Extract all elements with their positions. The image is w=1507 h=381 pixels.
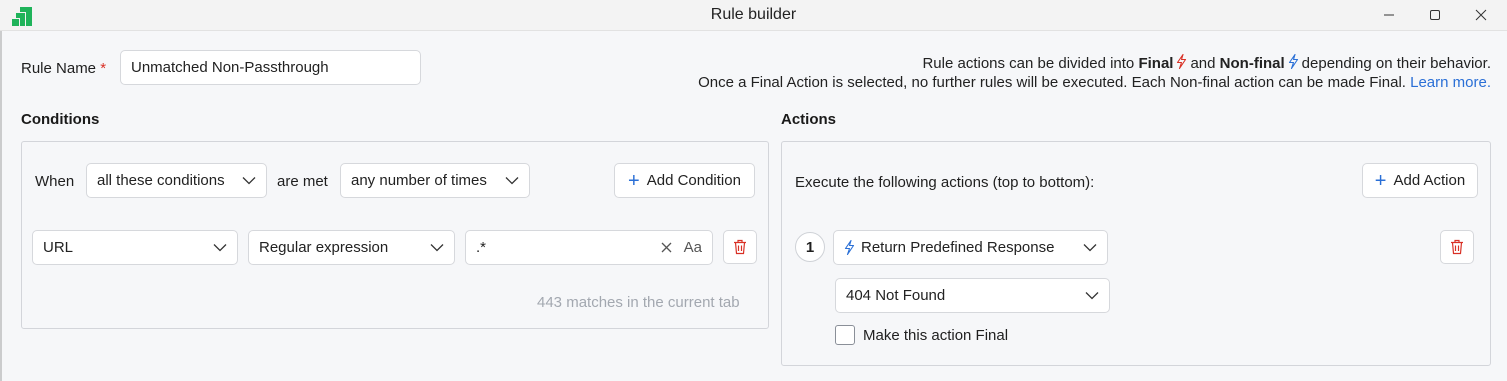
window-title: Rule builder — [710, 6, 797, 23]
add-action-button[interactable]: + Add Action — [1362, 163, 1478, 198]
conditions-title: Conditions — [21, 111, 100, 128]
chevron-down-icon — [213, 244, 227, 252]
close-button[interactable] — [1458, 0, 1504, 30]
are-met-label: are met — [277, 173, 328, 190]
make-final-checkbox[interactable] — [835, 325, 855, 345]
trash-icon — [1451, 239, 1463, 255]
final-label: Final — [1138, 55, 1174, 72]
action-type-select[interactable]: Return Predefined Response — [833, 230, 1108, 265]
case-sensitive-toggle[interactable]: Aa — [684, 239, 702, 256]
rule-name-input[interactable]: Unmatched Non-Passthrough — [120, 50, 421, 85]
response-select[interactable]: 404 Not Found — [835, 278, 1110, 313]
condition-field-select[interactable]: URL — [32, 230, 238, 265]
close-icon — [1475, 9, 1487, 21]
chevron-down-icon — [1085, 292, 1099, 300]
actions-intro: Execute the following actions (top to bo… — [795, 174, 1095, 191]
condition-times-select[interactable]: any number of times — [340, 163, 530, 198]
rule-name-label: Rule Name * — [21, 60, 107, 77]
trash-icon — [734, 239, 746, 255]
matches-count: 443 matches in the current tab — [537, 294, 740, 311]
nonfinal-bolt-icon — [1288, 54, 1298, 69]
nonfinal-label: Non-final — [1219, 55, 1285, 72]
maximize-icon — [1430, 10, 1440, 20]
info-line-1: Rule actions can be divided into Final an… — [922, 54, 1491, 72]
condition-mode-select[interactable]: all these conditions — [86, 163, 267, 198]
condition-operator-select[interactable]: Regular expression — [248, 230, 455, 265]
rule-name-value: Unmatched Non-Passthrough — [131, 59, 329, 76]
plus-icon: + — [628, 169, 640, 192]
final-bolt-icon — [1177, 54, 1187, 69]
clear-icon[interactable] — [661, 242, 672, 253]
chevron-down-icon — [430, 244, 444, 252]
learn-more-link[interactable]: Learn more. — [1410, 74, 1491, 91]
nonfinal-bolt-icon — [844, 240, 855, 255]
chevron-down-icon — [242, 177, 256, 185]
window-edge — [0, 31, 2, 381]
plus-icon: + — [1374, 169, 1387, 192]
info-line-2: Once a Final Action is selected, no furt… — [698, 74, 1491, 91]
title-bar: Rule builder — [0, 0, 1507, 31]
make-final-label: Make this action Final — [863, 327, 1009, 344]
delete-action-button[interactable] — [1440, 230, 1474, 264]
condition-value: .* — [476, 239, 487, 256]
delete-condition-button[interactable] — [723, 230, 757, 264]
rule-actions-info: Rule actions can be divided into Final an… — [698, 54, 1491, 92]
required-mark: * — [100, 60, 107, 77]
add-condition-button[interactable]: + Add Condition — [614, 163, 755, 198]
chevron-down-icon — [505, 177, 519, 185]
maximize-button[interactable] — [1412, 0, 1458, 30]
chevron-down-icon — [1083, 244, 1097, 252]
when-label: When — [35, 173, 75, 190]
minimize-icon — [1384, 14, 1394, 16]
action-number-badge: 1 — [795, 232, 825, 262]
minimize-button[interactable] — [1366, 0, 1412, 30]
actions-title: Actions — [781, 111, 837, 128]
condition-value-input[interactable]: .* Aa — [465, 230, 713, 265]
